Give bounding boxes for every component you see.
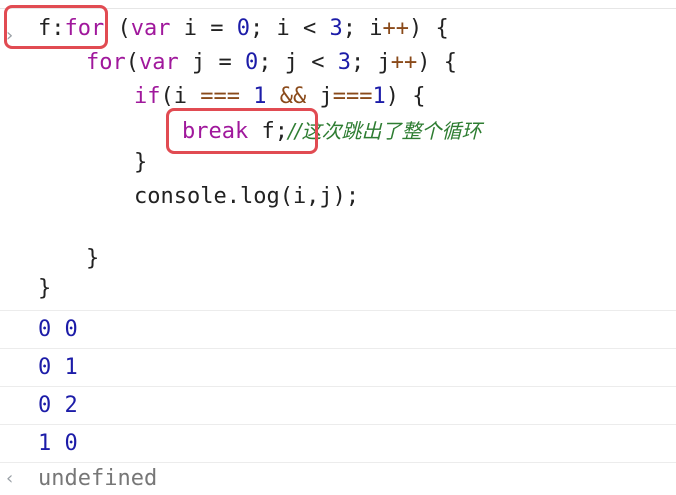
code-token: (i bbox=[160, 84, 201, 109]
code-token: ( bbox=[125, 50, 139, 75]
code-comment: //这次跳出了整个循环 bbox=[287, 119, 482, 143]
output-row: 0 1 bbox=[0, 348, 676, 386]
console-log-call: console.log(i,j); bbox=[134, 184, 360, 209]
keyword-break: break bbox=[182, 119, 249, 144]
result-row: ‹ undefined bbox=[0, 462, 676, 494]
keyword-for: for bbox=[64, 16, 105, 41]
output-row: 0 2 bbox=[0, 386, 676, 424]
operator: === bbox=[332, 84, 373, 109]
code-token: ; i bbox=[342, 16, 383, 41]
output-row: 0 0 bbox=[0, 310, 676, 348]
number-literal: 3 bbox=[329, 16, 343, 41]
keyword-if: if bbox=[134, 84, 161, 109]
top-separator bbox=[0, 8, 676, 9]
number-literal: 0 bbox=[244, 50, 259, 75]
code-line-8: } bbox=[38, 274, 51, 304]
code-token: i = bbox=[170, 16, 237, 41]
chevron-right-icon: › bbox=[6, 25, 14, 46]
closing-brace: } bbox=[134, 150, 148, 175]
keyword-var: var bbox=[139, 50, 179, 75]
code-line-6: console.log(i,j); bbox=[134, 182, 359, 212]
closing-brace: } bbox=[38, 276, 52, 301]
operator: && bbox=[279, 84, 307, 109]
code-token: ; j < bbox=[258, 50, 338, 75]
code-line-4: break f;//这次跳出了整个循环 bbox=[182, 116, 481, 146]
devtools-console: › f:for (var i = 0; i < 3; i++) { for(va… bbox=[0, 0, 676, 494]
code-token: ) { bbox=[385, 84, 426, 109]
operator: === bbox=[200, 84, 240, 109]
operator: ++ bbox=[382, 16, 409, 41]
code-token: ; j bbox=[350, 50, 391, 75]
code-token: ) { bbox=[417, 50, 457, 75]
label-colon: : bbox=[51, 16, 65, 41]
code-line-3: if(i === 1 && j===1) { bbox=[134, 82, 426, 112]
result-value: undefined bbox=[38, 466, 158, 491]
code-token: ) { bbox=[408, 16, 449, 41]
code-token: ( bbox=[104, 16, 131, 41]
chevron-left-icon: ‹ bbox=[6, 468, 14, 489]
number-literal: 1 bbox=[253, 84, 267, 109]
label-name: f bbox=[38, 16, 52, 41]
keyword-var: var bbox=[130, 16, 171, 41]
code-line-5: } bbox=[134, 148, 147, 178]
code-token: ; i < bbox=[249, 16, 330, 41]
closing-brace: } bbox=[86, 246, 100, 271]
keyword-for: for bbox=[86, 50, 126, 75]
code-token: f; bbox=[248, 119, 288, 144]
code-line-2: for(var j = 0; j < 3; j++) { bbox=[86, 48, 457, 78]
code-token: j = bbox=[178, 50, 245, 75]
code-line-7: } bbox=[86, 244, 99, 274]
operator: ++ bbox=[390, 50, 418, 75]
output-row: 1 0 bbox=[0, 424, 676, 462]
number-literal: 0 bbox=[236, 16, 250, 41]
number-literal: 1 bbox=[372, 84, 386, 109]
code-token: j bbox=[306, 84, 333, 109]
number-literal: 3 bbox=[337, 50, 351, 75]
code-line-1: f:for (var i = 0; i < 3; i++) { bbox=[38, 14, 449, 44]
